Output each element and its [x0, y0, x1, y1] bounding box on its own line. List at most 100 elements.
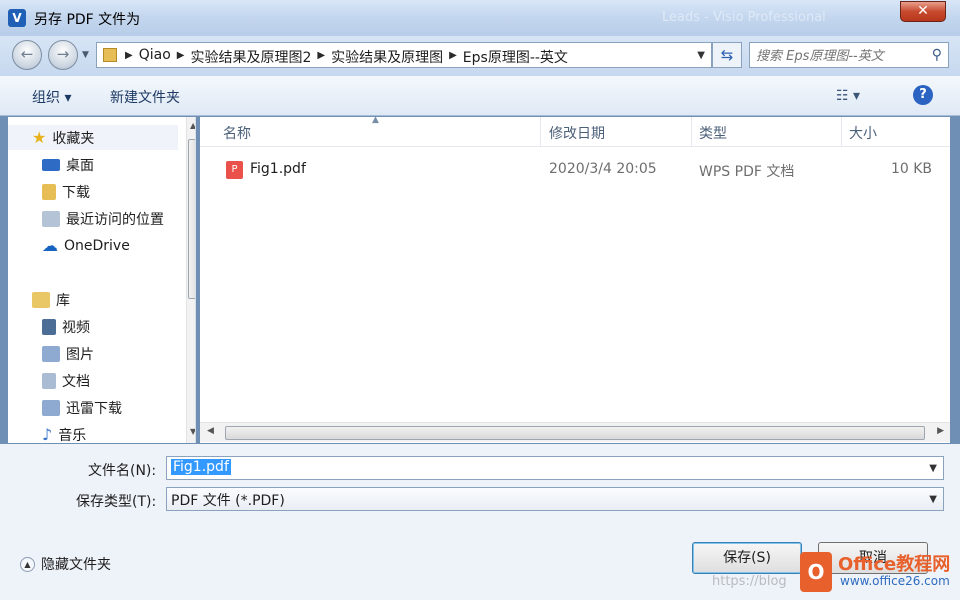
sidebar-item-desktop[interactable]: 桌面	[8, 152, 178, 177]
scrollbar-thumb[interactable]	[225, 426, 925, 440]
recent-locations-dropdown-icon[interactable]: ▼	[82, 50, 89, 60]
watermark-brand: Office教程网	[838, 554, 951, 575]
chevron-right-icon[interactable]: ▶	[125, 47, 133, 67]
sort-ascending-icon: ▲	[372, 115, 379, 125]
library-icon	[32, 291, 50, 308]
column-header-date[interactable]: 修改日期	[549, 123, 605, 143]
filename-label: 文件名(N):	[88, 463, 157, 479]
sidebar-item-label: 库	[56, 292, 70, 309]
folder-icon	[103, 48, 117, 62]
file-size: 10 KB	[890, 161, 932, 177]
sidebar-item-thunder-downloads[interactable]: 迅雷下载	[8, 395, 178, 420]
background-window-title: Leads - Visio Professional	[662, 10, 826, 25]
filename-value: Fig1.pdf	[171, 459, 231, 475]
help-icon[interactable]: ?	[913, 85, 933, 105]
column-divider[interactable]	[691, 117, 692, 147]
chevron-right-icon[interactable]: ▶	[317, 47, 325, 67]
sidebar-item-documents[interactable]: 文档	[8, 368, 178, 393]
chevron-right-icon[interactable]: ▶	[177, 47, 185, 67]
sidebar-item-label: 视频	[62, 319, 90, 336]
breadcrumb: ▶ Qiao ▶ 实验结果及原理图2 ▶ 实验结果及原理图 ▶ Eps原理图--…	[125, 47, 568, 67]
watermark-url: www.office26.com	[840, 574, 950, 588]
pdf-file-icon: P	[226, 161, 243, 179]
sidebar-item-pictures[interactable]: 图片	[8, 341, 178, 366]
sidebar-item-onedrive[interactable]: ☁ OneDrive	[8, 233, 178, 258]
scroll-right-icon[interactable]: ▶	[937, 426, 944, 436]
breadcrumb-item[interactable]: 实验结果及原理图	[331, 47, 443, 67]
music-icon: ♪	[42, 425, 53, 443]
column-header-row: 名称 ▲ 修改日期 类型 大小	[200, 115, 950, 147]
chevron-up-icon: ▲	[20, 556, 35, 572]
file-row[interactable]: P Fig1.pdf 2020/3/4 20:05 WPS PDF 文档 10 …	[200, 155, 950, 185]
sidebar-item-label: 桌面	[66, 157, 94, 174]
office-logo-icon: O	[800, 552, 832, 592]
address-bar[interactable]: ▶ Qiao ▶ 实验结果及原理图2 ▶ 实验结果及原理图 ▶ Eps原理图--…	[96, 42, 712, 68]
title-bar: V 另存 PDF 文件为 Leads - Visio Professional …	[0, 0, 960, 36]
organize-button[interactable]: 组织 ▾	[32, 87, 71, 107]
scroll-down-icon[interactable]: ▼	[190, 427, 195, 436]
sidebar-item-label: 迅雷下载	[66, 400, 122, 417]
file-list-horizontal-scrollbar[interactable]: ◀ ▶	[200, 422, 950, 442]
command-toolbar: 组织 ▾ 新建文件夹 ☷ ▾ ?	[0, 76, 960, 116]
file-modified: 2020/3/4 20:05	[549, 161, 657, 177]
savetype-select[interactable]: PDF 文件 (*.PDF) ▼	[166, 487, 944, 511]
video-icon	[42, 318, 56, 335]
scroll-up-icon[interactable]: ▲	[190, 121, 195, 130]
sidebar-item-downloads[interactable]: 下载	[8, 179, 178, 204]
navigation-pane: ★ 收藏夹 桌面 下载 最近访问的位置 ☁ OneDrive 库 视频 图片 文…	[8, 117, 196, 443]
scroll-left-icon[interactable]: ◀	[207, 426, 214, 436]
new-folder-button[interactable]: 新建文件夹	[110, 87, 180, 107]
sidebar-item-recent-places[interactable]: 最近访问的位置	[8, 206, 178, 231]
column-header-type[interactable]: 类型	[699, 123, 727, 143]
pictures-icon	[42, 345, 60, 362]
breadcrumb-item[interactable]: 实验结果及原理图2	[190, 47, 311, 67]
column-header-size[interactable]: 大小	[849, 123, 877, 143]
savetype-value: PDF 文件 (*.PDF)	[171, 493, 285, 509]
file-type: WPS PDF 文档	[699, 164, 795, 180]
visio-app-icon: V	[8, 9, 26, 27]
search-icon[interactable]: ⚲	[932, 47, 942, 63]
hide-folders-label: 隐藏文件夹	[41, 557, 111, 573]
search-input[interactable]	[756, 47, 922, 65]
forward-button[interactable]: →	[48, 40, 78, 70]
file-name: Fig1.pdf	[250, 161, 306, 177]
sidebar-item-label: 收藏夹	[52, 130, 95, 147]
desktop-icon	[42, 158, 60, 171]
breadcrumb-item[interactable]: Qiao	[139, 47, 171, 67]
savetype-label: 保存类型(T):	[76, 494, 157, 510]
hide-folders-toggle[interactable]: ▲ 隐藏文件夹	[20, 554, 111, 574]
chevron-down-icon[interactable]: ▼	[929, 494, 937, 505]
save-button[interactable]: 保存(S)	[692, 542, 802, 574]
sidebar-item-video[interactable]: 视频	[8, 314, 178, 339]
scrollbar-thumb[interactable]	[188, 139, 195, 299]
navigation-bar: ← → ▼ ▶ Qiao ▶ 实验结果及原理图2 ▶ 实验结果及原理图 ▶ Ep…	[0, 36, 960, 76]
sidebar-item-label: 最近访问的位置	[66, 211, 164, 228]
change-view-icon[interactable]: ☷ ▾	[836, 88, 860, 104]
sidebar-item-label: OneDrive	[64, 237, 130, 254]
sidebar-item-label: 音乐	[58, 427, 87, 444]
sidebar-item-libraries[interactable]: 库	[8, 287, 178, 312]
close-button[interactable]: ✕	[900, 1, 946, 22]
sidebar-item-favorites[interactable]: ★ 收藏夹	[8, 125, 178, 150]
sidebar-scrollbar[interactable]: ▲ ▼	[186, 117, 195, 443]
thunder-download-icon	[42, 399, 60, 416]
search-box[interactable]: ⚲	[749, 42, 949, 68]
onedrive-icon: ☁	[42, 236, 58, 255]
sidebar-item-label: 文档	[62, 373, 90, 390]
filename-history-dropdown-icon[interactable]: ▼	[929, 463, 937, 474]
sidebar-item-label: 下载	[62, 184, 90, 201]
column-divider[interactable]	[540, 117, 541, 147]
address-dropdown-icon[interactable]: ▼	[697, 50, 705, 61]
star-icon: ★	[32, 128, 47, 147]
breadcrumb-item[interactable]: Eps原理图--英文	[463, 47, 568, 67]
chevron-right-icon[interactable]: ▶	[449, 47, 457, 67]
back-button[interactable]: ←	[12, 40, 42, 70]
filename-input[interactable]: Fig1.pdf ▼	[166, 456, 944, 480]
file-list: 名称 ▲ 修改日期 类型 大小 P Fig1.pdf 2020/3/4 20:0…	[200, 115, 950, 443]
column-divider[interactable]	[841, 117, 842, 147]
refresh-button[interactable]: ⇆	[712, 42, 742, 68]
column-header-name[interactable]: 名称	[223, 123, 251, 143]
blog-watermark: https://blog	[712, 574, 787, 589]
sidebar-item-music[interactable]: ♪ 音乐	[8, 422, 178, 443]
downloads-icon	[42, 183, 56, 200]
